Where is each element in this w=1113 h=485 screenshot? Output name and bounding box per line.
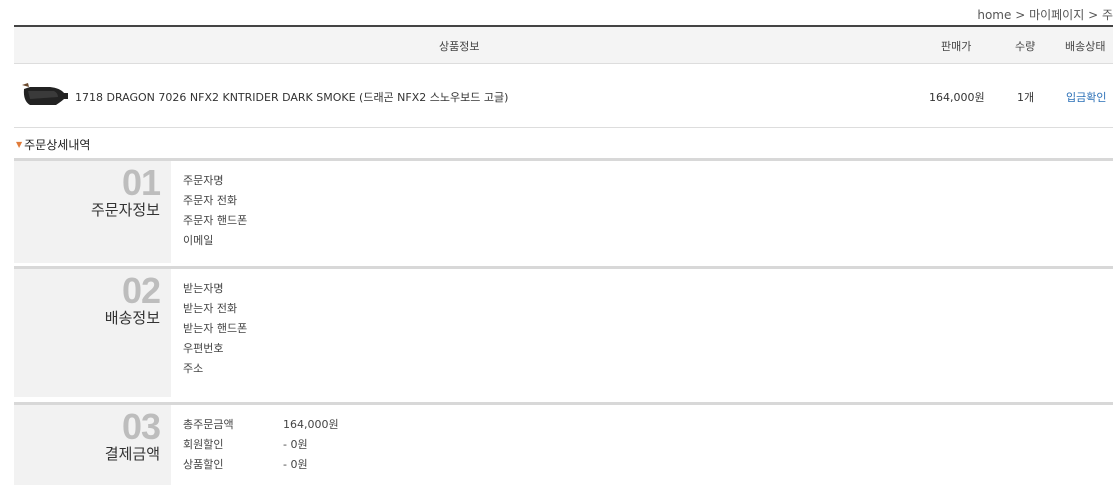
triangle-down-icon: ▼ [16,140,23,149]
product-qty: 1개 [1017,91,1035,104]
payment-row: 회원할인 - 0원 [183,435,308,455]
field-label: 우편번호 [183,342,224,355]
payment-label: 총주문금액 [183,418,234,431]
shipping-info-box: 02 배송정보 받는자명 받는자 전화 받는자 핸드폰 우편번호 주소 [14,266,1113,397]
order-status-link[interactable]: 입금확인 [1066,89,1106,105]
payment-label: 회원할인 [183,438,224,451]
section-label: 주문자정보 [90,201,160,219]
section-number: 01 [121,162,161,203]
field-label: 받는자 전화 [183,302,238,315]
header-price: 판매가 [941,40,972,53]
field-label: 받는자 핸드폰 [183,322,248,335]
payment-value: - 0원 [283,458,308,471]
field-label: 주소 [183,362,204,375]
field-label: 이메일 [183,234,214,247]
breadcrumb[interactable]: home > 마이페이지 > 주 [977,6,1113,23]
section-label: 결제금액 [104,445,160,463]
field-label: 주문자명 [183,174,224,187]
header-status: 배송상태 [1065,40,1106,53]
product-price: 164,000원 [929,91,985,104]
field-label: 주문자 핸드폰 [183,214,248,227]
field-label: 받는자명 [183,282,224,295]
order-product-row: 1718 DRAGON 7026 NFX2 KNTRIDER DARK SMOK… [14,63,1113,128]
payment-row: 상품할인 - 0원 [183,455,308,475]
product-name-link[interactable]: 1718 DRAGON 7026 NFX2 KNTRIDER DARK SMOK… [75,89,508,105]
payment-value: 164,000원 [283,418,339,431]
orderer-info-box: 01 주문자정보 주문자명 주문자 전화 주문자 핸드폰 이메일 [14,158,1113,263]
order-table-header: 상품정보 판매가 수량 배송상태 [14,25,1113,64]
field-label: 주문자 전화 [183,194,238,207]
payment-value: - 0원 [283,438,308,451]
order-detail-title: ▼ 주문상세내역 [16,138,91,152]
section-label: 배송정보 [104,309,160,327]
section-number: 03 [121,406,161,447]
header-qty: 수량 [1015,40,1036,53]
section-number: 02 [121,270,161,311]
payment-row: 총주문금액 164,000원 [183,415,339,435]
payment-info-box: 03 결제금액 총주문금액 164,000원 회원할인 - 0원 상품할인 - … [14,402,1113,485]
product-thumbnail[interactable] [20,79,70,111]
header-product-info: 상품정보 [439,40,480,53]
